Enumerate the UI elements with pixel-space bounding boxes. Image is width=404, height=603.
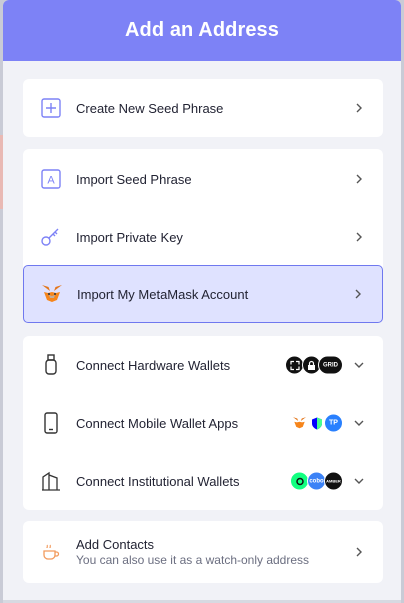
hardware-brand-badges: GRID [285, 355, 343, 375]
coffee-cup-icon [40, 541, 62, 563]
connect-mobile-label: Connect Mobile Wallet Apps [76, 415, 239, 431]
mobile-brand-badges: TP [290, 413, 343, 433]
add-contacts-sublabel: You can also use it as a watch-only addr… [76, 553, 310, 567]
chevron-down-icon [354, 478, 364, 484]
plus-square-icon [40, 97, 62, 119]
connect-institutional-row[interactable]: Connect Institutional Wallets cobo AMBER [23, 452, 383, 510]
mobile-phone-icon [40, 412, 62, 434]
import-seed-phrase-row[interactable]: A Import Seed Phrase [23, 150, 383, 208]
chevron-right-icon [356, 547, 362, 557]
letter-a-icon: A [40, 168, 62, 190]
modal-header: Add an Address [3, 0, 401, 61]
building-icon [40, 470, 62, 492]
chevron-right-icon [356, 232, 362, 242]
connect-institutional-label: Connect Institutional Wallets [76, 473, 240, 489]
chevron-right-icon [356, 103, 362, 113]
amber-badge: AMBER [324, 471, 343, 491]
modal-title: Add an Address [124, 19, 280, 41]
import-seed-phrase-label: Import Seed Phrase [76, 171, 192, 187]
usb-device-icon [40, 354, 62, 376]
contacts-card: Add Contacts You can also use it as a wa… [23, 521, 383, 583]
institutional-brand-badges: cobo AMBER [290, 471, 343, 491]
gridplus-badge: GRID [318, 355, 343, 375]
add-contacts-text: Add Contacts You can also use it as a wa… [76, 537, 309, 567]
chevron-right-icon [355, 289, 361, 299]
key-icon [40, 226, 62, 248]
import-metamask-label: Import My MetaMask Account [77, 286, 249, 302]
create-seed-phrase-label: Create New Seed Phrase [76, 100, 224, 116]
metamask-fox-icon [41, 283, 63, 305]
tokenpocket-badge: TP [324, 413, 343, 433]
chevron-down-icon [354, 420, 364, 426]
connect-hardware-label: Connect Hardware Wallets [76, 357, 231, 373]
add-address-modal: Add an Address Create New Seed Phrase A … [3, 0, 401, 603]
import-private-key-row[interactable]: Import Private Key [23, 208, 383, 266]
chevron-down-icon [354, 362, 364, 368]
connect-mobile-row[interactable]: Connect Mobile Wallet Apps TP [23, 394, 383, 452]
create-card: Create New Seed Phrase [23, 79, 383, 137]
import-private-key-label: Import Private Key [76, 229, 183, 245]
create-seed-phrase-row[interactable]: Create New Seed Phrase [23, 79, 383, 137]
svg-text:A: A [47, 175, 55, 187]
add-contacts-row[interactable]: Add Contacts You can also use it as a wa… [23, 523, 383, 581]
chevron-right-icon [356, 174, 362, 184]
import-metamask-row[interactable]: Import My MetaMask Account [23, 265, 383, 323]
add-contacts-label: Add Contacts [76, 537, 155, 552]
connect-hardware-row[interactable]: Connect Hardware Wallets GRID [23, 336, 383, 394]
import-card: A Import Seed Phrase Import Private Key … [23, 149, 383, 323]
connect-card: Connect Hardware Wallets GRID Connect Mo… [23, 336, 383, 510]
